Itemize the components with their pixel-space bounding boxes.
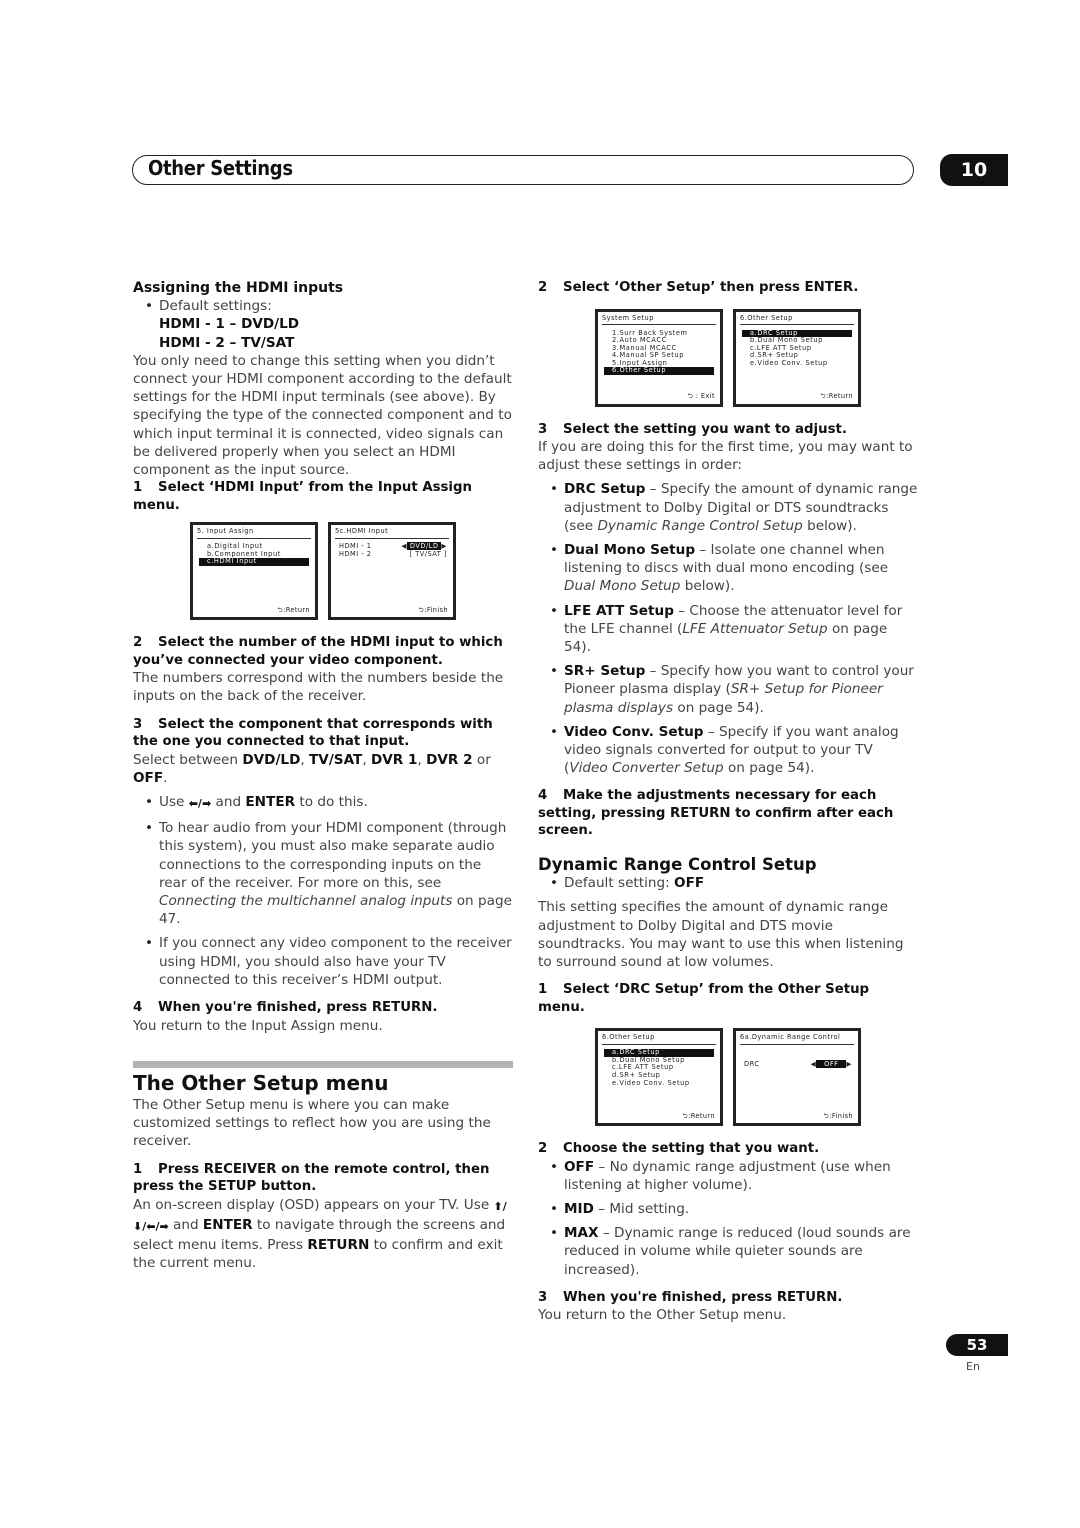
- step-4-body: You return to the Input Assign menu.: [133, 1017, 383, 1034]
- osd-footer: ⮌:Finish: [418, 605, 448, 614]
- page-section-title: Other Settings: [148, 156, 293, 180]
- osd-title: System Setup: [602, 314, 716, 326]
- setting-drc: DRC Setup – Specify the amount of dynami…: [538, 480, 918, 535]
- osd-menu-item-selected: 6.Other Setup: [604, 367, 714, 376]
- chapter-number-tab: 10: [940, 154, 1008, 186]
- left-column: Assigning the HDMI inputs Default settin…: [133, 279, 513, 1272]
- osd-other-setup-screen: 6.Other Setup a.DRC Setup b.Dual Mono Se…: [733, 308, 861, 407]
- osd-input-assign-screen: 5. Input Assign a.Digital Input b.Compon…: [190, 522, 318, 621]
- osd-values: DRC ◀ OFF ▶: [744, 1060, 852, 1069]
- section-divider: [133, 1060, 513, 1068]
- setting-sr-plus: SR+ Setup – Specify how you want to cont…: [538, 662, 918, 717]
- drc-option-mid: MID – Mid setting.: [538, 1200, 918, 1218]
- step-4: 4 When you're finished, press RETURN.: [133, 1000, 438, 1016]
- chapter-number: 10: [960, 159, 988, 181]
- osd-drc-screen: 6a.Dynamic Range Control DRC ◀ OFF ▶ ⮌:Fini…: [733, 1028, 861, 1127]
- drc-option-max: MAX – Dynamic range is reduced (loud sou…: [538, 1224, 918, 1279]
- right-step-2: 2 Select ‘Other Setup’ then press ENTER.: [538, 280, 859, 295]
- osd-input-assign-pair: 5. Input Assign a.Digital Input b.Compon…: [133, 522, 513, 621]
- osd-menu-item: e.Video Conv. Setup: [612, 1078, 690, 1087]
- osd-row-drc: DRC ◀ OFF ▶: [744, 1060, 852, 1069]
- page-number: 53: [966, 1336, 988, 1354]
- step-3-body: Select between DVD/LD, TV/SAT, DVR 1, DV…: [133, 751, 491, 786]
- right-step-3: 3 Select the setting you want to adjust.: [538, 421, 847, 437]
- osd-hdmi-input-screen: 5c.HDMI Input HDMI - 1 ◀ DVD/LD ▶ HDMI - 2[…: [328, 522, 456, 621]
- osd-menu: 1.Surr Back System 2.Auto MCACC 3.Manual…: [604, 329, 714, 376]
- other-setup-step-1-body: An on-screen display (OSD) appears on yo…: [133, 1196, 507, 1272]
- osd-row-hdmi-2: HDMI - 2[ TV/SAT ]: [339, 549, 447, 558]
- osd-footer: ⮌:Return: [277, 605, 310, 614]
- arrow-keys-icon: ⬅/➡: [188, 797, 212, 811]
- drc-default-bullet: Default setting: OFF: [538, 874, 918, 892]
- right-step-3-body: If you are doing this for the first time…: [538, 439, 913, 474]
- osd-system-setup-screen: System Setup 1.Surr Back System 2.Auto M…: [595, 308, 723, 407]
- language-label: En: [966, 1360, 980, 1373]
- osd-menu-item-selected: c.HDMI Input: [199, 558, 309, 567]
- osd-menu: a.DRC Setup b.Dual Mono Setup c.LFE ATT …: [604, 1049, 714, 1087]
- drc-step-3-body: You return to the Other Setup menu.: [538, 1307, 787, 1324]
- osd-title: 5c.HDMI Input: [335, 528, 449, 539]
- step-2: 2 Select the number of the HDMI input to …: [133, 635, 503, 668]
- osd-title: 6a.Dynamic Range Control: [740, 1034, 854, 1045]
- drc-intro: This setting specifies the amount of dyn…: [538, 899, 904, 970]
- osd-values: HDMI - 1 ◀ DVD/LD ▶ HDMI - 2[ TV/SAT ]: [339, 542, 447, 558]
- other-setup-intro: The Other Setup menu is where you can ma…: [133, 1096, 491, 1150]
- default-hdmi-2: HDMI - 2 – TV/SAT: [159, 334, 295, 351]
- step-3-bullet-3: If you connect any video component to th…: [133, 934, 513, 989]
- osd-footer: ⮌ : Exit: [687, 391, 715, 400]
- other-setup-heading: The Other Setup menu: [133, 1070, 389, 1095]
- hdmi-heading: Assigning the HDMI inputs: [133, 280, 344, 296]
- setting-video-conv: Video Conv. Setup – Specify if you want …: [538, 723, 918, 778]
- step-3: 3 Select the component that corresponds w…: [133, 716, 493, 750]
- setting-lfe-att: LFE ATT Setup – Choose the attenuator le…: [538, 602, 918, 657]
- right-column: 2 Select ‘Other Setup’ then press ENTER. …: [538, 279, 918, 1325]
- step-1: 1 Select ‘HDMI Input’ from the Input Assi…: [133, 480, 472, 513]
- drc-step-2: 2 Choose the setting that you want.: [538, 1141, 820, 1157]
- right-step-4: 4 Make the adjustments necessary for each…: [538, 788, 894, 839]
- step-3-bullet-2: To hear audio from your HDMI component (…: [133, 819, 513, 928]
- drc-step-3: 3 When you're finished, press RETURN.: [538, 1289, 843, 1305]
- osd-system-setup-pair: System Setup 1.Surr Back System 2.Auto M…: [538, 308, 918, 407]
- hdmi-intro: You only need to change this setting whe…: [133, 352, 512, 479]
- right-arrow-icon: ▶: [846, 1060, 852, 1069]
- drc-heading: Dynamic Range Control Setup: [538, 854, 817, 874]
- step-2-body: The numbers correspond with the numbers …: [133, 670, 504, 705]
- osd-menu: a.Digital Input b.Component Input c.HDMI…: [199, 543, 309, 567]
- setting-dual-mono: Dual Mono Setup – Isolate one channel wh…: [538, 541, 918, 596]
- default-hdmi-1: HDMI - 1 – DVD/LD: [159, 316, 300, 333]
- osd-title: 6.Other Setup: [602, 1034, 716, 1045]
- default-settings-bullet: Default settings:: [133, 297, 513, 315]
- drc-option-off: OFF – No dynamic range adjustment (use w…: [538, 1158, 918, 1194]
- osd-footer: ⮌:Return: [820, 391, 853, 400]
- osd-title: 6.Other Setup: [740, 314, 854, 326]
- osd-other-setup-screen: 6.Other Setup a.DRC Setup b.Dual Mono Se…: [595, 1028, 723, 1127]
- osd-menu-item: e.Video Conv. Setup: [750, 358, 828, 367]
- other-setup-step-1: 1 Press RECEIVER on the remote control, t…: [133, 1161, 490, 1195]
- osd-footer: ⮌:Return: [682, 1111, 715, 1120]
- osd-footer: ⮌:Finish: [823, 1111, 853, 1120]
- page-number-tab: 53: [946, 1334, 1008, 1356]
- drc-step-1: 1 Select ‘DRC Setup’ from the Other Setup…: [538, 982, 870, 1015]
- osd-drc-pair: 6.Other Setup a.DRC Setup b.Dual Mono Se…: [538, 1028, 918, 1127]
- osd-menu: a.DRC Setup b.Dual Mono Setup c.LFE ATT …: [742, 329, 852, 368]
- osd-title: 5. Input Assign: [197, 528, 311, 539]
- step-3-bullet-1: Use ⬅/➡ and ENTER to do this.: [133, 793, 513, 813]
